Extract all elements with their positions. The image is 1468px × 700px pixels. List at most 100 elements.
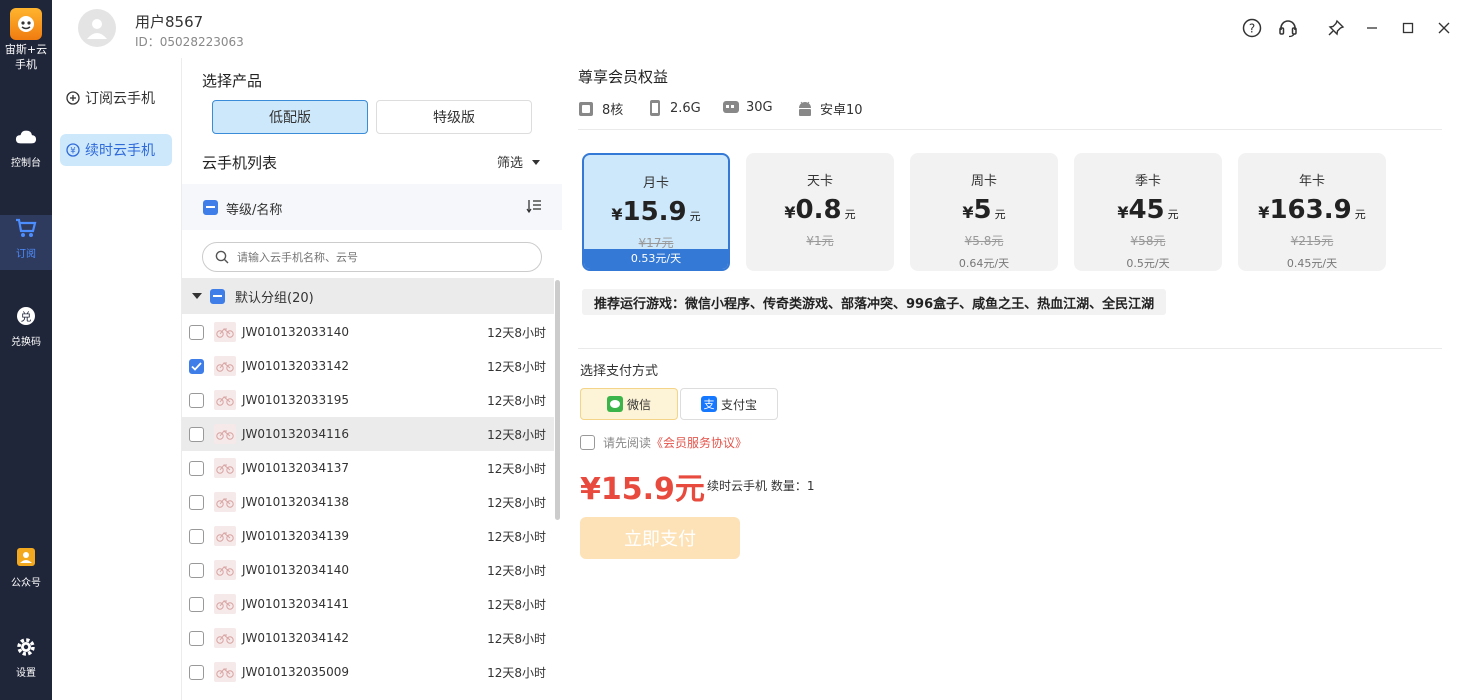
minimize-icon[interactable] — [1361, 17, 1383, 39]
plan-card-month[interactable]: 月卡 ¥15.9 元 ¥17元 0.53元/天 — [582, 153, 730, 271]
device-name: JW010132034142 — [242, 631, 350, 645]
avatar[interactable] — [78, 9, 116, 47]
spec-memory: 2.6G — [648, 99, 701, 117]
agreement-checkbox[interactable] — [580, 435, 595, 450]
plan-original-price: ¥215元 — [1290, 234, 1334, 248]
device-checkbox[interactable] — [189, 630, 204, 646]
spec-storage-label: 30G — [746, 99, 773, 115]
device-name: JW010132034137 — [242, 461, 350, 475]
product-low-config-button[interactable]: 低配版 — [212, 100, 368, 134]
device-checkbox[interactable] — [189, 324, 204, 340]
plan-card-week[interactable]: 周卡 ¥5 元 ¥5.8元 0.64元/天 — [910, 153, 1058, 271]
agreement-text: 请先阅读 — [603, 436, 652, 450]
pay-now-button[interactable]: 立即支付 — [580, 517, 740, 559]
device-row[interactable]: JW010132033140 12天8小时 — [182, 315, 554, 349]
filter-button[interactable]: 筛选 — [497, 152, 541, 171]
triangle-down-icon[interactable] — [192, 292, 202, 300]
plan-original-price: ¥58元 — [1130, 234, 1166, 248]
plan-price: ¥0.8 元 — [784, 195, 856, 225]
pay-alipay-button[interactable]: 支 支付宝 — [680, 388, 778, 420]
svg-text:兑: 兑 — [21, 310, 32, 324]
device-row[interactable]: JW010132034137 12天8小时 — [182, 451, 554, 485]
divider — [578, 348, 1442, 349]
plan-original-price: ¥1元 — [806, 234, 834, 248]
cart-icon — [15, 217, 37, 239]
bike-icon — [214, 424, 236, 444]
device-checkbox[interactable] — [189, 562, 204, 578]
pay-wechat-label: 微信 — [626, 397, 651, 412]
plan-price: ¥5 元 — [962, 195, 1006, 225]
plan-panel: 尊享会员权益 8核 2.6G 30G 安卓10 月卡 ¥15.9 元 ¥17元 0… — [562, 58, 1468, 700]
list-scrollbar[interactable] — [555, 280, 560, 520]
plan-daily-price: 0.45元/天 — [1286, 257, 1338, 270]
nav-renew-phone[interactable]: ¥ 续时云手机 — [60, 134, 172, 166]
plan-card-day[interactable]: 天卡 ¥0.8 元 ¥1元 — [746, 153, 894, 271]
rail-console[interactable]: 控制台 — [0, 126, 52, 169]
list-header: 等级/名称 — [182, 184, 562, 230]
sort-icon[interactable] — [526, 198, 542, 218]
bike-icon — [214, 390, 236, 410]
nav-subscribe-phone[interactable]: 订阅云手机 — [60, 82, 172, 114]
cloud-icon — [15, 126, 37, 148]
device-checkbox[interactable] — [189, 392, 204, 408]
device-checkbox[interactable] — [189, 596, 204, 612]
rail-redeem[interactable]: 兑 兑换码 — [0, 305, 52, 348]
cpu-icon — [578, 100, 594, 118]
yuan-circle-icon: ¥ — [66, 143, 80, 157]
rail-settings[interactable]: 设置 — [0, 636, 52, 679]
device-list-title: 云手机列表 — [202, 154, 278, 172]
maximize-icon[interactable] — [1397, 17, 1419, 39]
device-checkbox[interactable] — [189, 528, 204, 544]
spec-memory-label: 2.6G — [670, 100, 701, 116]
pin-icon[interactable] — [1325, 17, 1347, 39]
total-price: ¥15.9元 — [580, 472, 705, 507]
rail-settings-label: 设置 — [16, 668, 36, 679]
storage-icon — [722, 99, 740, 115]
device-row[interactable]: JW010132034140 12天8小时 — [182, 553, 554, 587]
filter-label: 筛选 — [497, 156, 524, 171]
rail-subscribe[interactable]: 订阅 — [0, 215, 52, 270]
device-row[interactable]: JW010132034116 12天8小时 — [182, 417, 554, 451]
left-rail: 宙斯+云 手机 控制台 订阅 兑 兑换码 公众号 设置 — [0, 0, 52, 700]
bike-icon — [214, 560, 236, 580]
search-input[interactable] — [237, 250, 517, 264]
search-box[interactable] — [202, 242, 542, 272]
device-checkbox[interactable] — [189, 358, 204, 374]
bike-icon — [214, 662, 236, 682]
bike-icon — [214, 458, 236, 478]
device-row[interactable]: JW010132034141 12天8小时 — [182, 587, 554, 621]
device-checkbox[interactable] — [189, 494, 204, 510]
pay-wechat-button[interactable]: 微信 — [580, 388, 678, 420]
headset-icon[interactable] — [1277, 17, 1299, 39]
product-premium-button[interactable]: 特级版 — [376, 100, 532, 134]
device-remaining-time: 12天8小时 — [487, 529, 546, 544]
agreement-link[interactable]: 《会员服务协议》 — [651, 434, 747, 451]
device-checkbox[interactable] — [189, 460, 204, 476]
device-panel: 选择产品 低配版 特级版 云手机列表 筛选 等级/名称 默认分组(20) JW0… — [182, 58, 562, 700]
rail-console-label: 控制台 — [11, 158, 41, 169]
device-row[interactable]: JW010132033195 12天8小时 — [182, 383, 554, 417]
group-row[interactable]: 默认分组(20) — [182, 278, 554, 314]
rail-official-account[interactable]: 公众号 — [0, 546, 52, 589]
plan-name: 年卡 — [1298, 174, 1325, 189]
plan-card-quarter[interactable]: 季卡 ¥45 元 ¥58元 0.5元/天 — [1074, 153, 1222, 271]
device-remaining-time: 12天8小时 — [487, 495, 546, 510]
bike-icon — [214, 526, 236, 546]
device-row[interactable]: JW010132035009 12天8小时 — [182, 655, 554, 689]
plus-circle-icon — [66, 91, 80, 105]
help-icon[interactable]: ? — [1241, 17, 1263, 39]
close-icon[interactable] — [1433, 17, 1455, 39]
official-account-icon — [15, 546, 37, 568]
plan-card-year[interactable]: 年卡 ¥163.9 元 ¥215元 0.45元/天 — [1238, 153, 1386, 271]
device-row[interactable]: JW010132034139 12天8小时 — [182, 519, 554, 553]
device-checkbox[interactable] — [189, 664, 204, 680]
device-row[interactable]: JW010132033142 12天8小时 — [182, 349, 554, 383]
bike-icon — [214, 356, 236, 376]
device-checkbox[interactable] — [189, 426, 204, 442]
select-all-checkbox[interactable] — [203, 200, 218, 215]
plan-name: 季卡 — [1134, 174, 1161, 189]
group-checkbox[interactable] — [210, 288, 225, 304]
benefits-title: 尊享会员权益 — [578, 68, 669, 86]
device-row[interactable]: JW010132034142 12天8小时 — [182, 621, 554, 655]
device-row[interactable]: JW010132034138 12天8小时 — [182, 485, 554, 519]
